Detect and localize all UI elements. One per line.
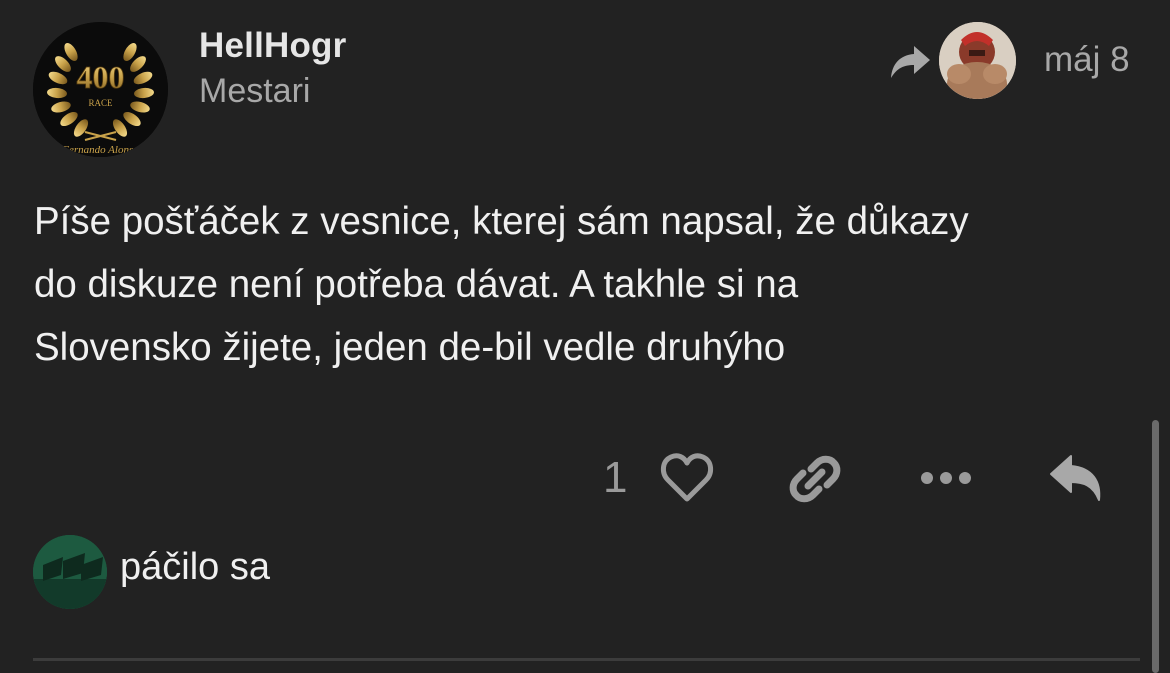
laurel-badge-image: 400 RACE Fernando Alonso [33,22,168,157]
forum-post: 400 RACE Fernando Alonso HellHogr Mestar… [0,0,1170,673]
author-avatar[interactable]: 400 RACE Fernando Alonso [33,22,168,157]
post-body-line: Píše pošťáček z vesnice, kterej sám naps… [34,200,969,243]
post-divider [33,658,1140,661]
post-date[interactable]: máj 8 [1044,40,1130,80]
liker-avatar[interactable] [33,535,107,609]
fighter-avatar-image [939,22,1016,99]
badge-text: RACE [88,98,113,108]
post-body: Píše pošťáček z vesnice, kterej sám naps… [34,190,1144,379]
liked-label: páčilo sa [120,546,270,588]
reply-icon[interactable] [1049,454,1105,504]
reply-to-user-avatar[interactable] [939,22,1016,99]
post-body-line: do diskuze není potřeba dávat. A takhle … [34,263,799,306]
green-logo-avatar-image [33,535,107,609]
badge-number: 400 [77,59,125,95]
link-icon[interactable] [787,451,843,507]
author-title: Mestari [199,72,311,110]
scrollbar[interactable] [1152,420,1159,673]
like-count[interactable]: 1 [603,453,627,503]
post-body-line: Slovensko žijete, jeden de-bil vedle dru… [34,326,786,369]
more-icon[interactable] [919,466,973,490]
heart-icon[interactable] [660,452,714,504]
author-username[interactable]: HellHogr [199,26,346,66]
badge-signature: Fernando Alonso [61,144,139,156]
reply-to-icon[interactable] [888,44,932,82]
